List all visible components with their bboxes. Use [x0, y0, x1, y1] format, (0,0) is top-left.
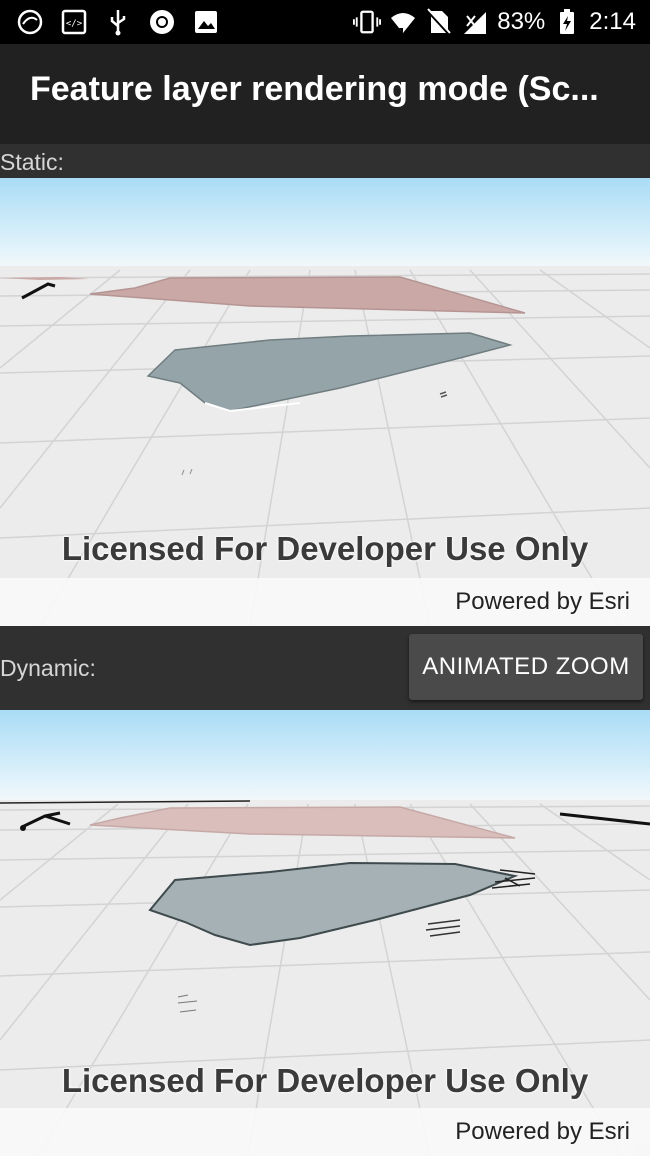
image-icon	[192, 8, 220, 36]
status-left-icons: </>	[16, 6, 220, 38]
page-title: Feature layer rendering mode (Sc...	[30, 70, 599, 108]
esri-attribution-bar[interactable]: Powered by Esri	[0, 1108, 650, 1156]
usb-icon	[104, 8, 132, 36]
battery-percent: 83%	[497, 8, 546, 35]
attribution-text: Powered by Esri	[455, 588, 630, 615]
wifi-icon	[389, 8, 417, 36]
animated-zoom-button[interactable]: ANIMATED ZOOM	[409, 634, 643, 700]
signal-icon	[461, 8, 489, 36]
attribution-text: Powered by Esri	[455, 1118, 630, 1145]
esri-attribution-bar[interactable]: Powered by Esri	[0, 578, 650, 626]
app-notification-icon	[16, 8, 44, 36]
code-icon: </>	[60, 8, 88, 36]
svg-text:</>: </>	[66, 19, 83, 29]
status-right-icons: 83% 2:14	[353, 6, 636, 38]
license-watermark: Licensed For Developer Use Only	[61, 1062, 589, 1099]
license-watermark: Licensed For Developer Use Only	[61, 530, 589, 567]
static-label-row: Static:	[0, 144, 650, 178]
dynamic-label-row: Dynamic: ANIMATED ZOOM	[0, 626, 650, 710]
dynamic-label: Dynamic:	[0, 655, 96, 681]
record-icon	[148, 8, 176, 36]
app-bar: Feature layer rendering mode (Sc...	[0, 44, 650, 144]
static-label: Static:	[0, 149, 64, 175]
dynamic-scene-view[interactable]: Licensed For Developer Use Only Powered …	[0, 710, 650, 1156]
vibrate-icon	[353, 8, 382, 36]
status-bar: </> 83% 2:14	[0, 0, 650, 44]
static-scene-view[interactable]: Licensed For Developer Use Only Powered …	[0, 178, 650, 626]
battery-charging-icon	[553, 8, 581, 36]
clock: 2:14	[589, 8, 636, 35]
no-sim-icon	[425, 8, 453, 36]
